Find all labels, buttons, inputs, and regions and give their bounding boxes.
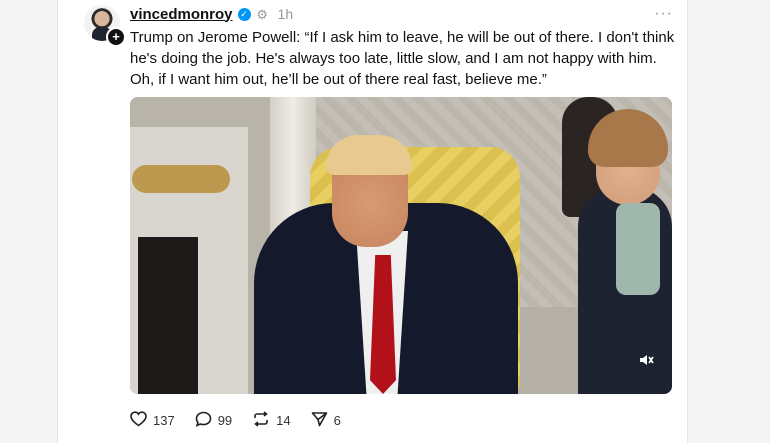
heart-icon	[130, 410, 147, 430]
share-count: 6	[333, 412, 341, 428]
comment-bubble-icon	[195, 411, 212, 430]
video-player[interactable]	[130, 97, 672, 394]
share-icon	[311, 411, 328, 430]
comment-button[interactable]: 99	[195, 411, 232, 430]
follow-button[interactable]: +	[106, 27, 126, 47]
repost-icon	[252, 410, 270, 430]
settings-icon: ⚙	[256, 6, 268, 22]
like-count: 137	[153, 412, 175, 428]
video-frame-hearth	[138, 237, 198, 394]
more-options-button[interactable]: ···	[654, 5, 673, 23]
comment-count: 99	[217, 412, 233, 428]
muted-speaker-icon[interactable]	[635, 352, 657, 374]
post-text: Trump on Jerome Powell⁠⁦: “If I ask him …	[130, 29, 675, 88]
share-button[interactable]: 6	[311, 411, 341, 430]
username-link[interactable]: vincedmonroy	[130, 6, 233, 23]
verified-badge-icon: ✓	[237, 7, 251, 21]
video-frame-sconce	[132, 165, 230, 193]
post-header: vincedmonroy ✓ ⚙ 1h	[130, 5, 293, 23]
repost-count: 14	[276, 412, 291, 428]
avatar-container[interactable]: +	[84, 5, 126, 47]
video-frame-second-person-scarf	[616, 203, 660, 295]
video-frame-person-hair	[326, 135, 412, 175]
repost-button[interactable]: 14	[252, 410, 291, 430]
action-bar: 137 99 14 6	[130, 408, 341, 432]
like-button[interactable]: 137	[130, 410, 175, 430]
post-timestamp[interactable]: 1h	[278, 6, 294, 22]
